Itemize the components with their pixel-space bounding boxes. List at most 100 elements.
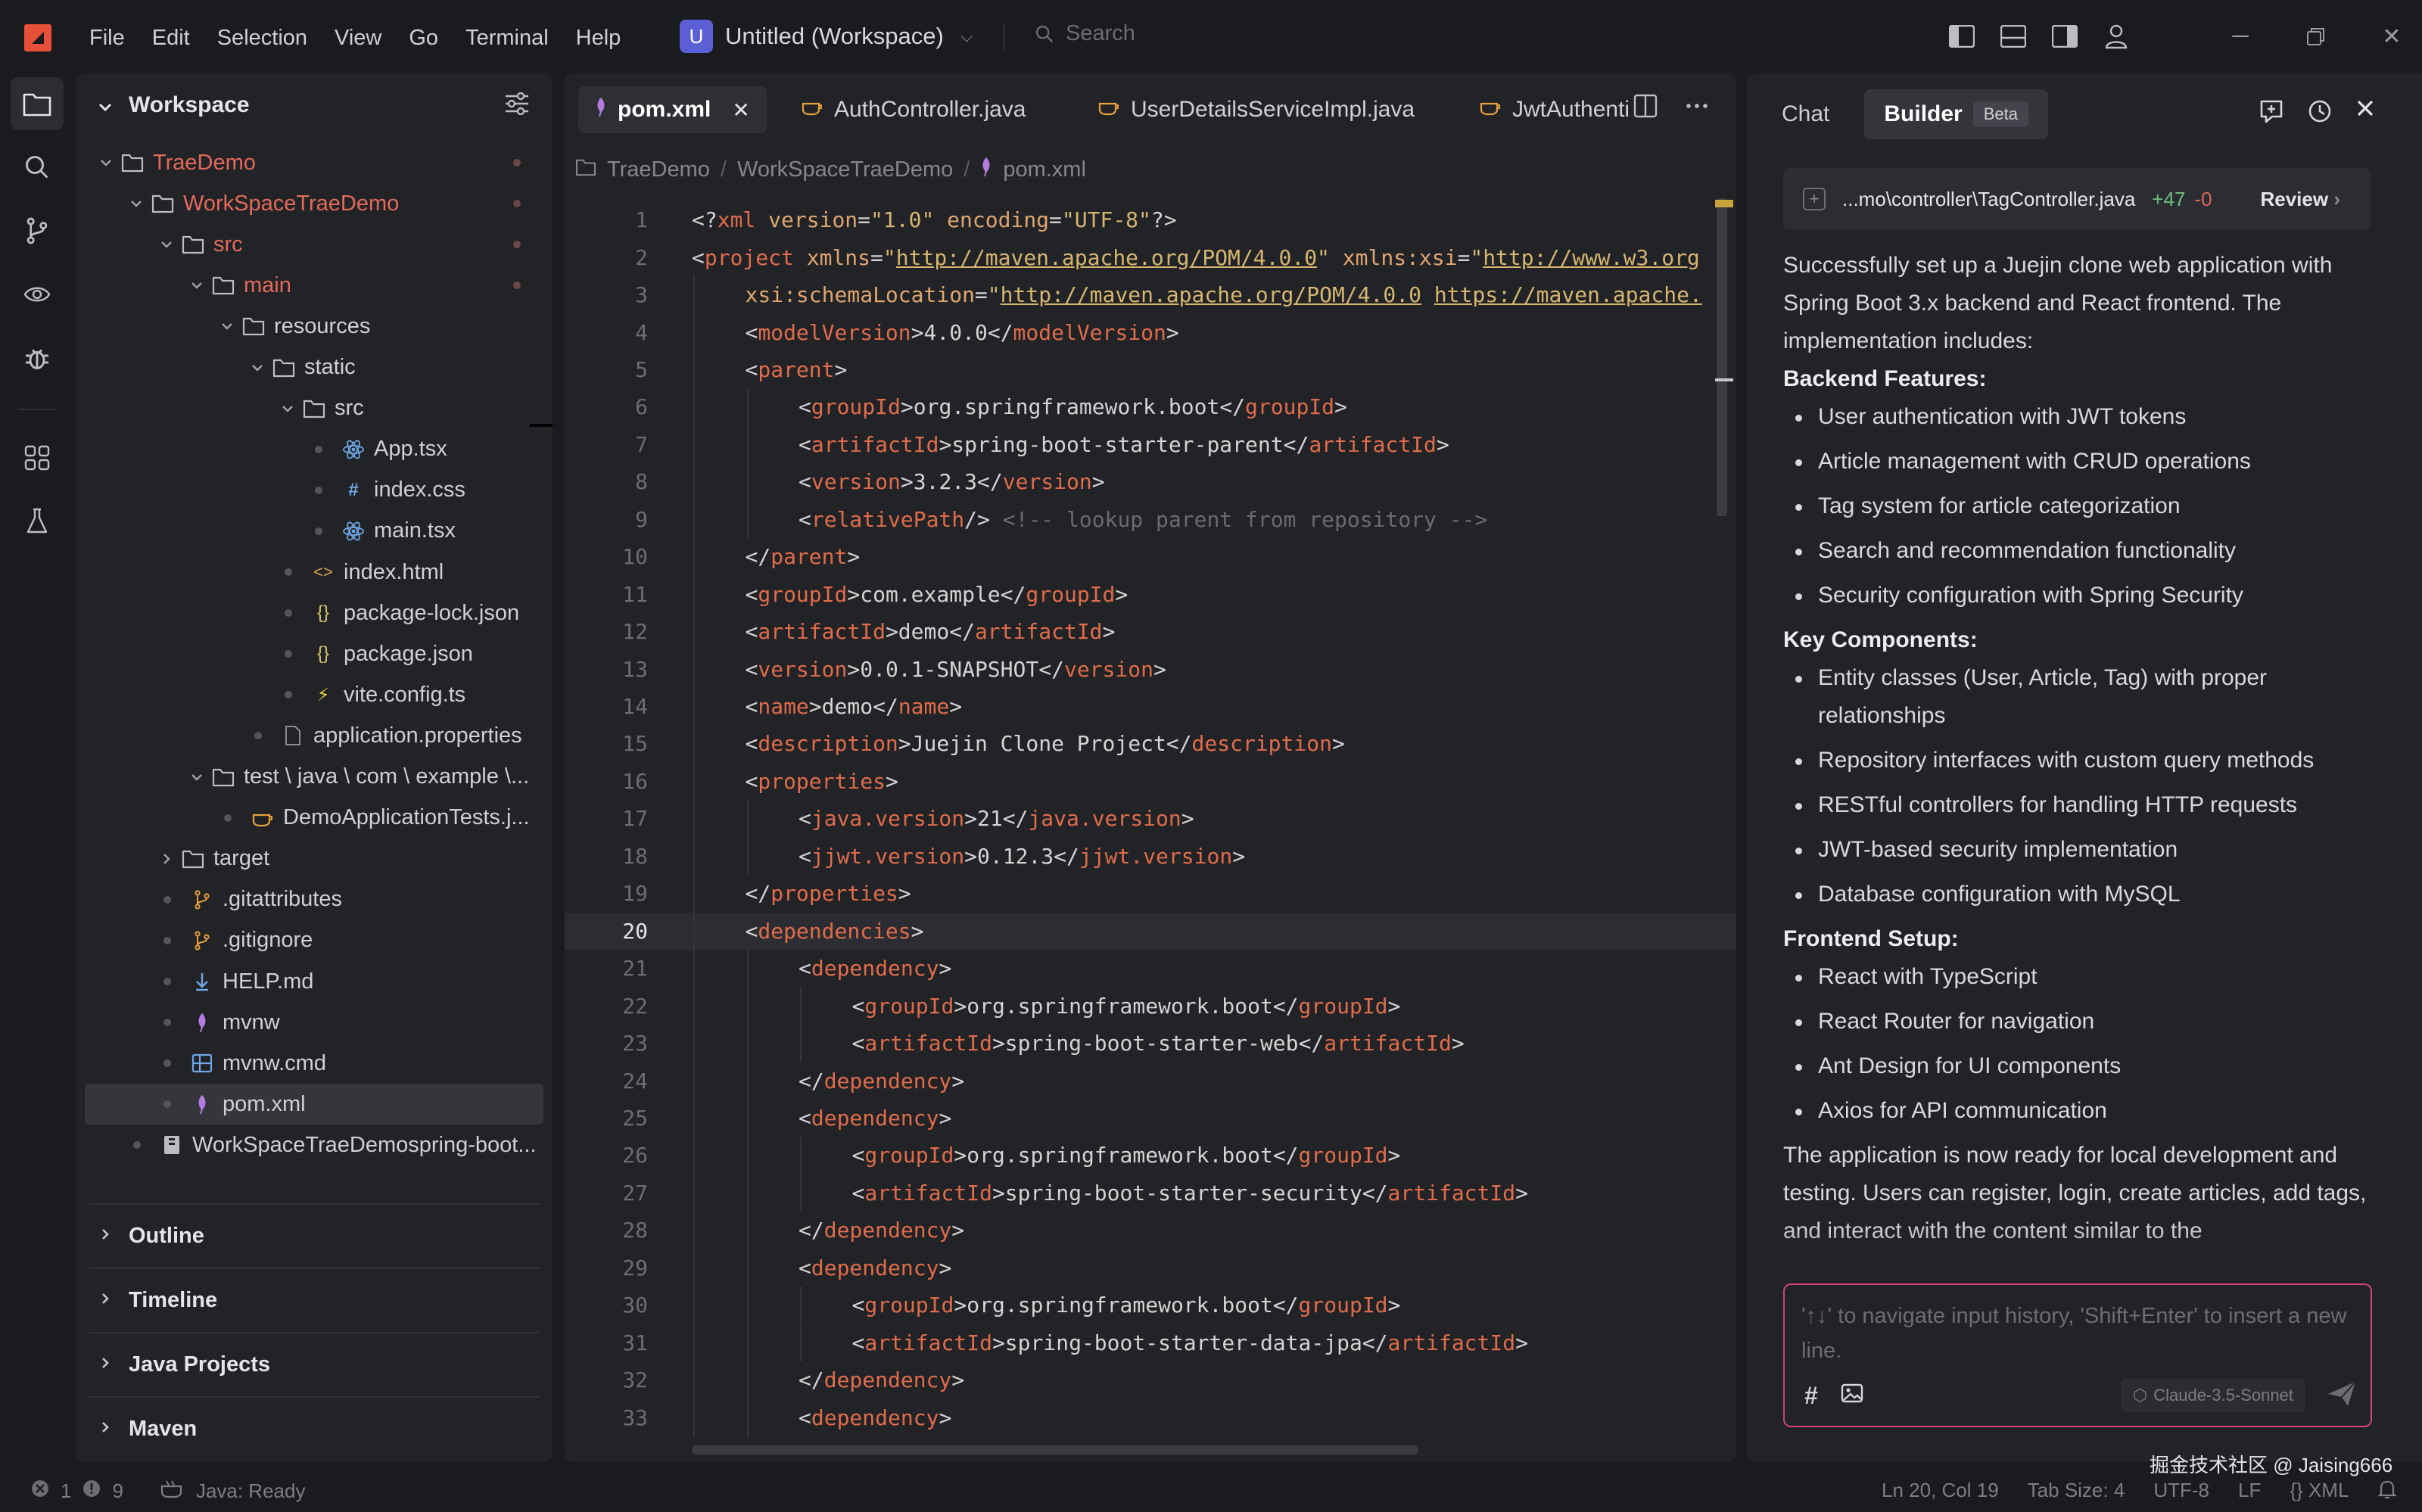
restore-icon[interactable] xyxy=(2278,14,2354,59)
indent-guide xyxy=(746,950,749,988)
horizontal-scrollbar[interactable] xyxy=(692,1445,1418,1454)
hashtag-icon[interactable]: # xyxy=(1804,1382,1818,1410)
chat-input[interactable]: '↑↓' to navigate input history, 'Shift+E… xyxy=(1783,1283,2372,1427)
command-search[interactable]: Search xyxy=(1034,21,1135,46)
chevron-right-icon[interactable] xyxy=(157,852,176,866)
tree-item[interactable]: src xyxy=(85,224,543,265)
tree-item[interactable]: target xyxy=(85,838,543,879)
toggle-sidebar-icon[interactable] xyxy=(1947,21,1977,51)
menu-selection[interactable]: Selection xyxy=(204,23,321,53)
tree-item[interactable]: TraeDemo xyxy=(85,142,543,183)
xml-punctuation: < xyxy=(799,394,811,420)
chevron-down-icon[interactable] xyxy=(157,238,176,251)
tree-item[interactable]: # index.css xyxy=(85,470,543,511)
encoding[interactable]: UTF-8 xyxy=(2153,1479,2209,1505)
tree-item[interactable]: <> index.html xyxy=(85,552,543,593)
send-icon[interactable] xyxy=(2325,1379,2358,1415)
history-icon[interactable] xyxy=(2307,98,2333,130)
tab-pom-xml[interactable]: pom.xml ✕ xyxy=(578,86,767,133)
menu-view[interactable]: View xyxy=(321,23,395,53)
breadcrumb-item[interactable]: pom.xml xyxy=(1003,157,1086,182)
minimize-icon[interactable]: ─ xyxy=(2203,14,2278,59)
section-timeline[interactable]: Timeline xyxy=(89,1268,540,1331)
extensions-icon[interactable] xyxy=(11,431,64,484)
tree-item[interactable]: mvnw xyxy=(85,1002,543,1043)
breadcrumb-item[interactable]: WorkSpaceTraeDemo xyxy=(737,157,953,182)
code-editor[interactable]: 1 <?xml version="1.0" encoding="UTF-8"?> 2… xyxy=(565,198,1736,1462)
tree-item[interactable]: static xyxy=(85,347,543,388)
more-actions-icon[interactable] xyxy=(1685,94,1709,124)
vertical-scrollbar[interactable] xyxy=(1717,198,1727,516)
xml-punctuation: < xyxy=(851,993,865,1019)
toggle-secondary-sidebar-icon[interactable] xyxy=(2050,21,2080,51)
breadcrumb-item[interactable]: TraeDemo xyxy=(607,157,710,182)
section-maven[interactable]: Maven xyxy=(89,1396,540,1460)
source-control-icon[interactable] xyxy=(11,204,64,257)
chevron-down-icon[interactable] xyxy=(97,156,115,170)
tree-item[interactable]: .gitignore xyxy=(85,920,543,961)
tab-authcontroller-java[interactable]: AuthController.java xyxy=(784,86,1042,133)
chevron-down-icon[interactable] xyxy=(188,278,206,292)
file-change-card[interactable]: + ...mo\controller\TagController.java +4… xyxy=(1783,168,2371,230)
menu-help[interactable]: Help xyxy=(562,23,635,53)
chevron-down-icon[interactable] xyxy=(218,319,236,333)
close-icon[interactable] xyxy=(2355,98,2375,130)
tab-builder[interactable]: Builder Beta xyxy=(1864,89,2048,139)
tree-item[interactable]: src xyxy=(85,388,543,429)
line-content: <?xml version="1.0" encoding="UTF-8"?> xyxy=(692,207,1177,232)
remote-explorer-icon[interactable] xyxy=(11,268,64,321)
chevron-down-icon[interactable] xyxy=(188,770,206,784)
tree-item[interactable]: HELP.md xyxy=(85,961,543,1002)
tree-item[interactable]: application.properties xyxy=(85,715,543,756)
search-icon[interactable] xyxy=(11,141,64,194)
tab-size[interactable]: Tab Size: 4 xyxy=(2028,1479,2125,1505)
workspace-switcher[interactable]: U Untitled (Workspace) ⌵ xyxy=(680,18,973,54)
tree-item[interactable]: pom.xml xyxy=(85,1084,543,1125)
tree-item[interactable]: WorkSpaceTraeDemo xyxy=(85,183,543,224)
explorer-header[interactable]: Workspace xyxy=(76,88,553,130)
chevron-down-icon[interactable] xyxy=(127,197,145,210)
explorer-icon[interactable] xyxy=(11,77,64,130)
tree-item[interactable]: App.tsx xyxy=(85,429,543,470)
tree-item[interactable]: WorkSpaceTraeDemospring-boot... xyxy=(85,1125,543,1165)
menu-terminal[interactable]: Terminal xyxy=(452,23,562,53)
menu-go[interactable]: Go xyxy=(395,23,452,53)
line-ending[interactable]: LF xyxy=(2238,1479,2261,1505)
tree-item[interactable]: {} package-lock.json xyxy=(85,593,543,633)
debug-icon[interactable] xyxy=(11,331,64,384)
tree-item[interactable]: resources xyxy=(85,306,543,347)
notifications-icon[interactable] xyxy=(2377,1479,2398,1505)
menu-edit[interactable]: Edit xyxy=(139,23,204,53)
expand-icon[interactable]: + xyxy=(1803,188,1826,210)
cursor-position[interactable]: Ln 20, Col 19 xyxy=(1882,1479,1999,1505)
tree-item[interactable]: main xyxy=(85,265,543,306)
account-icon[interactable] xyxy=(2101,21,2131,51)
section-java-projects[interactable]: Java Projects xyxy=(89,1332,540,1395)
chevron-down-icon[interactable] xyxy=(279,402,297,415)
tab-userdetailsserviceimpl-java[interactable]: UserDetailsServiceImpl.java xyxy=(1081,86,1431,133)
tree-item[interactable]: DemoApplicationTests.j... xyxy=(85,798,543,838)
tree-item[interactable]: test \ java \ com \ example \... xyxy=(85,757,543,798)
close-icon[interactable]: ✕ xyxy=(2354,14,2422,59)
indent-guide xyxy=(746,425,749,464)
testing-icon[interactable] xyxy=(11,495,64,548)
section-outline[interactable]: Outline xyxy=(89,1203,540,1267)
status-left[interactable]: 1 9 Java: Ready xyxy=(30,1479,305,1504)
menu-file[interactable]: File xyxy=(76,23,139,53)
tree-item[interactable]: .gitattributes xyxy=(85,879,543,920)
tree-item[interactable]: {} package.json xyxy=(85,633,543,674)
filter-settings-icon[interactable] xyxy=(504,92,530,121)
close-icon[interactable]: ✕ xyxy=(732,98,749,123)
new-chat-icon[interactable] xyxy=(2259,98,2284,130)
tree-item[interactable]: mvnw.cmd xyxy=(85,1043,543,1084)
chevron-down-icon[interactable] xyxy=(248,361,266,375)
model-selector[interactable]: ⬡ Claude-3.5-Sonnet xyxy=(2121,1379,2305,1412)
image-icon[interactable] xyxy=(1841,1383,1863,1410)
tree-item[interactable]: ⚡ vite.config.ts xyxy=(85,674,543,715)
toggle-panel-icon[interactable] xyxy=(1998,21,2028,51)
tab-chat[interactable]: Chat xyxy=(1762,89,1849,139)
language-mode[interactable]: {} XML xyxy=(2290,1479,2349,1505)
split-editor-icon[interactable] xyxy=(1633,94,1658,124)
review-button[interactable]: Review › xyxy=(2260,188,2340,211)
tree-item[interactable]: main.tsx xyxy=(85,511,543,552)
